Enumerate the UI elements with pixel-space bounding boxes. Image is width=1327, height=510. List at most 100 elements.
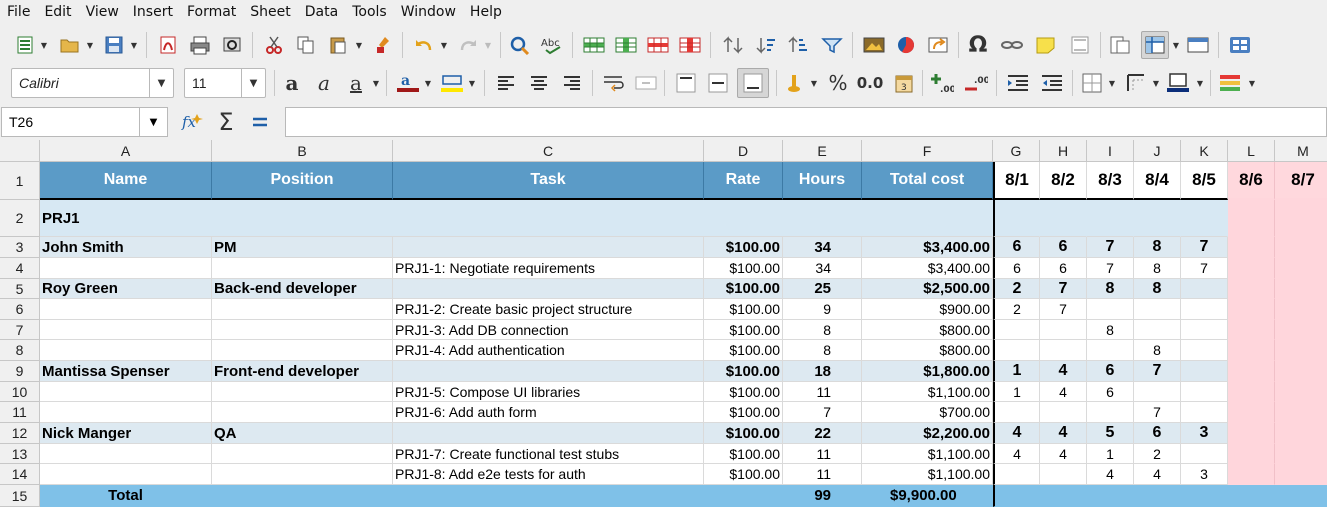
day-hours-cell[interactable]: 7 <box>1040 299 1087 320</box>
day-hours-cell[interactable] <box>1228 258 1275 279</box>
day-hours-cell[interactable] <box>1275 279 1327 299</box>
copy-icon[interactable] <box>294 33 318 57</box>
freeze-dropdown-icon[interactable]: ▼ <box>1172 33 1180 57</box>
day-hours-cell[interactable]: 4 <box>1040 361 1087 382</box>
hours-cell[interactable]: 11 <box>783 382 862 402</box>
column-header-b[interactable]: B <box>212 140 393 162</box>
name-cell[interactable] <box>40 258 212 279</box>
comment-icon[interactable] <box>1034 33 1058 57</box>
hours-cell[interactable]: 34 <box>783 258 862 279</box>
hours-cell[interactable]: 8 <box>783 320 862 340</box>
hyperlink-icon[interactable] <box>1000 33 1024 57</box>
position-cell[interactable] <box>212 299 393 320</box>
task-cell[interactable]: PRJ1-6: Add auth form <box>393 402 704 423</box>
row-header-14[interactable]: 14 <box>0 464 40 485</box>
name-cell[interactable] <box>40 320 212 340</box>
task-cell[interactable]: PRJ1-4: Add authentication <box>393 340 704 361</box>
day-cell[interactable] <box>1181 200 1228 237</box>
total-day-cell[interactable] <box>1181 485 1228 507</box>
total-cost-cell[interactable]: $900.00 <box>862 299 993 320</box>
align-center-icon[interactable] <box>527 71 551 95</box>
rate-cell[interactable]: $100.00 <box>704 382 783 402</box>
position-cell[interactable]: PM <box>212 237 393 258</box>
day-hours-cell[interactable]: 7 <box>1134 361 1181 382</box>
borders-icon[interactable] <box>1124 71 1148 95</box>
currency-dropdown-icon[interactable]: ▼ <box>810 71 818 95</box>
day-hours-cell[interactable] <box>1228 444 1275 464</box>
date-header-cell[interactable]: 8/6 <box>1228 162 1275 200</box>
day-hours-cell[interactable]: 7 <box>1087 258 1134 279</box>
undo-icon[interactable] <box>412 33 436 57</box>
open-dropdown-icon[interactable]: ▼ <box>86 33 94 57</box>
total-cost-cell[interactable]: $3,400.00 <box>862 258 993 279</box>
row-header-1[interactable]: 1 <box>0 162 40 200</box>
sidebar-icon[interactable] <box>1228 33 1252 57</box>
formula-equals-icon[interactable] <box>248 110 272 134</box>
date-header-cell[interactable]: 8/4 <box>1134 162 1181 200</box>
day-hours-cell[interactable]: 4 <box>1040 444 1087 464</box>
insert-image-icon[interactable] <box>862 33 886 57</box>
save-dropdown-icon[interactable]: ▼ <box>130 33 138 57</box>
day-hours-cell[interactable] <box>1275 402 1327 423</box>
day-hours-cell[interactable] <box>1228 382 1275 402</box>
column-header-j[interactable]: J <box>1134 140 1181 162</box>
day-hours-cell[interactable]: 4 <box>1134 464 1181 485</box>
total-cost-cell[interactable]: $3,400.00 <box>862 237 993 258</box>
total-hours-cell[interactable]: 99 <box>783 485 862 507</box>
position-cell[interactable] <box>212 382 393 402</box>
insert-chart-icon[interactable] <box>894 33 918 57</box>
sort-ascending-icon[interactable] <box>786 33 810 57</box>
date-header-cell[interactable]: 8/5 <box>1181 162 1228 200</box>
total-cost-cell[interactable]: $9,900.00 <box>862 485 993 507</box>
rate-cell[interactable]: $100.00 <box>704 361 783 382</box>
menu-file[interactable]: File <box>0 0 37 24</box>
total-day-cell[interactable] <box>1275 485 1327 507</box>
task-cell[interactable] <box>393 361 704 382</box>
day-hours-cell[interactable] <box>1275 299 1327 320</box>
date-header-cell[interactable]: 8/3 <box>1087 162 1134 200</box>
project-name-cell[interactable]: PRJ1 <box>40 200 993 237</box>
define-print-area-icon[interactable] <box>1108 33 1132 57</box>
total-blank-cell[interactable] <box>704 485 783 507</box>
column-header-m[interactable]: M <box>1275 140 1327 162</box>
task-cell[interactable]: PRJ1-7: Create functional test stubs <box>393 444 704 464</box>
day-hours-cell[interactable] <box>1181 340 1228 361</box>
highlight-color-icon[interactable] <box>440 71 464 95</box>
headers-footers-icon[interactable] <box>1068 33 1092 57</box>
position-cell[interactable] <box>212 320 393 340</box>
day-hours-cell[interactable]: 8 <box>1087 279 1134 299</box>
total-day-cell[interactable] <box>1087 485 1134 507</box>
day-hours-cell[interactable]: 1 <box>993 361 1040 382</box>
total-cost-cell[interactable]: $1,100.00 <box>862 382 993 402</box>
position-cell[interactable] <box>212 340 393 361</box>
day-hours-cell[interactable] <box>1275 464 1327 485</box>
header-cell-total-cost[interactable]: Total cost <box>862 162 993 200</box>
row-header-7[interactable]: 7 <box>0 320 40 340</box>
cut-icon[interactable] <box>262 33 286 57</box>
total-day-cell[interactable] <box>1228 485 1275 507</box>
total-cost-cell[interactable]: $800.00 <box>862 340 993 361</box>
task-cell[interactable]: PRJ1-5: Compose UI libraries <box>393 382 704 402</box>
column-header-c[interactable]: C <box>393 140 704 162</box>
split-window-icon[interactable] <box>1186 33 1210 57</box>
position-cell[interactable]: QA <box>212 423 393 444</box>
day-hours-cell[interactable] <box>1087 402 1134 423</box>
day-hours-cell[interactable] <box>993 340 1040 361</box>
name-cell[interactable] <box>40 382 212 402</box>
header-cell-position[interactable]: Position <box>212 162 393 200</box>
column-header-k[interactable]: K <box>1181 140 1228 162</box>
toggle-grid-icon[interactable] <box>1080 71 1104 95</box>
find-replace-icon[interactable] <box>508 33 532 57</box>
rate-cell[interactable]: $100.00 <box>704 340 783 361</box>
sort-descending-icon[interactable] <box>754 33 778 57</box>
sum-icon[interactable]: Σ <box>214 108 238 136</box>
conditional-formatting-icon[interactable] <box>1218 71 1242 95</box>
export-pdf-icon[interactable] <box>156 33 180 57</box>
day-hours-cell[interactable] <box>1275 444 1327 464</box>
position-cell[interactable] <box>212 402 393 423</box>
task-cell[interactable]: PRJ1-3: Add DB connection <box>393 320 704 340</box>
row-header-12[interactable]: 12 <box>0 423 40 444</box>
column-header-f[interactable]: F <box>862 140 993 162</box>
name-cell[interactable] <box>40 402 212 423</box>
delete-column-icon[interactable] <box>678 33 702 57</box>
